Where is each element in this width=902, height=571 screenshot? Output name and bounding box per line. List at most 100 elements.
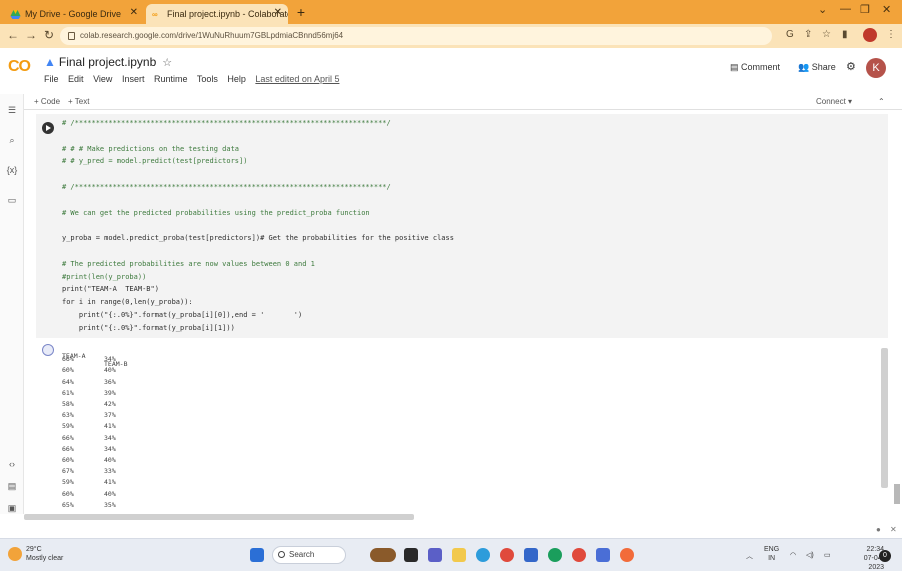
output-row: 63% 37% [62,411,182,419]
edge-icon[interactable] [476,548,490,562]
tab-colab[interactable]: ∞ Final project.ipynb - Colaboratory ✕ [146,4,288,24]
reload-icon[interactable]: ↻ [42,28,56,42]
store-icon[interactable] [524,548,538,562]
last-edited-link[interactable]: Last edited on April 5 [255,74,339,84]
chrome-orange-icon[interactable] [620,548,634,562]
output-cell-team-a: 67% [62,467,74,476]
output-vertical-scrollbar[interactable] [881,348,888,488]
code-cell[interactable]: # /*************************************… [36,114,888,338]
url-text: colab.research.google.com/drive/1WuNuRhu… [80,31,344,40]
code-line: #print(len(y_proba)) [62,272,147,281]
menu-runtime[interactable]: Runtime [154,74,188,84]
code-line: # /*************************************… [62,119,391,127]
output-row: 61% 39% [62,389,182,397]
taskbar-search[interactable]: Search [272,546,346,564]
terminal-icon[interactable]: ▣ [6,502,18,514]
speaker-icon[interactable]: ◁) [806,551,814,559]
chrome-alt-icon[interactable] [572,548,586,562]
output-cell-team-b: 41% [104,422,116,431]
browser-profile-icon[interactable] [863,28,877,42]
chevron-down-icon[interactable]: ⌄ [818,3,827,16]
output-cell-team-b: 35% [104,500,116,509]
tray-overflow-icon[interactable]: ︿ [746,551,753,561]
share-label: Share [811,62,836,72]
notification-badge[interactable]: 0 [879,550,891,562]
google-icon[interactable]: G [786,29,794,40]
battery-icon[interactable]: ▭ [824,551,831,559]
windows-start-icon[interactable] [250,548,264,562]
table-of-contents-icon[interactable]: ☰ [6,104,18,116]
minimize-icon[interactable]: — [840,3,851,15]
run-cell-button[interactable] [42,122,54,134]
comment-icon: ▤ [730,62,742,72]
close-window-icon[interactable]: ✕ [882,3,891,16]
add-text-button[interactable]: + Text [68,97,89,106]
notebook-title-text: Final project.ipynb [58,55,157,69]
search-icon[interactable]: ⌕ [6,134,18,146]
connect-button[interactable]: Connect ▾ [816,97,852,106]
star-icon[interactable]: ☆ [162,57,172,69]
output-cell-team-a: 59% [62,422,74,431]
output-row: 67% 33% [62,467,182,475]
menu-insert[interactable]: Insert [122,74,145,84]
menu-edit[interactable]: Edit [68,74,84,84]
file-explorer-icon[interactable] [452,548,466,562]
close-icon[interactable]: ✕ [130,7,138,18]
cat-app-icon[interactable] [370,548,396,562]
share-button[interactable]: 👥 Share [798,62,836,73]
output-cell-team-b: 40% [104,366,116,375]
weather-widget[interactable]: 29°C Mostly clear [26,545,63,563]
task-view-icon[interactable] [404,548,418,562]
output-status-icon[interactable] [42,344,54,356]
command-palette-icon[interactable]: ▤ [6,480,18,492]
more-vert-icon[interactable]: ⋮ [886,29,896,40]
chrome-icon[interactable] [500,548,514,562]
code-snippets-icon[interactable]: ‹› [6,458,18,470]
notebook-title[interactable]: ▲ Final project.ipynb ☆ [44,55,172,69]
add-code-button[interactable]: + Code [34,97,60,106]
comment-button[interactable]: ▤ Comment [730,62,780,73]
output-cell-team-b: 34% [104,444,116,453]
wifi-icon[interactable]: ◠ [790,551,796,559]
back-arrow-icon[interactable]: ← [6,28,20,42]
close-icon[interactable]: ✕ [890,525,897,534]
mail-icon[interactable] [596,548,610,562]
language-indicator[interactable]: ENG IN [764,545,779,563]
page-vertical-scrollbar[interactable] [894,484,900,504]
taskbar: 29°C Mostly clear Search ︿ ENG IN ◠ ◁) ▭… [0,538,902,571]
output-cell-team-a: 60% [62,489,74,498]
folder-icon[interactable]: ▭ [6,194,18,206]
close-icon[interactable]: ✕ [274,7,282,18]
settings-gear-icon[interactable]: ⚙ [846,60,856,73]
menu-file[interactable]: File [44,74,59,84]
output-cell-team-a: 64% [62,377,74,386]
weather-moon-icon[interactable] [8,547,22,561]
code-editor[interactable]: # /*************************************… [62,118,882,334]
sidebar-panel-icon[interactable]: ▮ [842,29,848,40]
new-tab-button[interactable]: + [293,4,309,20]
share-page-icon[interactable]: ⇪ [804,29,812,40]
forward-arrow-icon[interactable]: → [24,28,38,42]
chat-icon[interactable] [428,548,442,562]
output-cell-team-b: 37% [104,411,116,420]
code-line: # # # Make predictions on the testing da… [62,144,240,153]
tab-google-drive[interactable]: My Drive - Google Drive ✕ [4,4,144,24]
url-field[interactable]: colab.research.google.com/drive/1WuNuRhu… [60,27,772,45]
weather-temp: 29°C [26,546,42,553]
menu-tools[interactable]: Tools [197,74,218,84]
restore-icon[interactable]: ❐ [860,3,870,16]
menu-view[interactable]: View [93,74,112,84]
lang-code: ENG [764,546,780,553]
bookmark-star-icon[interactable]: ☆ [822,29,831,40]
horizontal-scrollbar[interactable] [24,514,414,520]
collapse-chevron-icon[interactable]: ⌃ [878,97,885,106]
code-line: y_proba = model.predict_proba(test[predi… [62,234,454,243]
chrome-profile-icon[interactable] [548,548,562,562]
variables-icon[interactable]: {x} [6,164,18,176]
output-cell-team-b: 33% [104,467,116,476]
output-cell-team-b: 42% [104,400,116,408]
output-row: 58% 42% [62,400,182,408]
output-row: 60% 40% [62,456,182,464]
menu-help[interactable]: Help [227,74,246,84]
avatar[interactable]: K [866,58,886,78]
